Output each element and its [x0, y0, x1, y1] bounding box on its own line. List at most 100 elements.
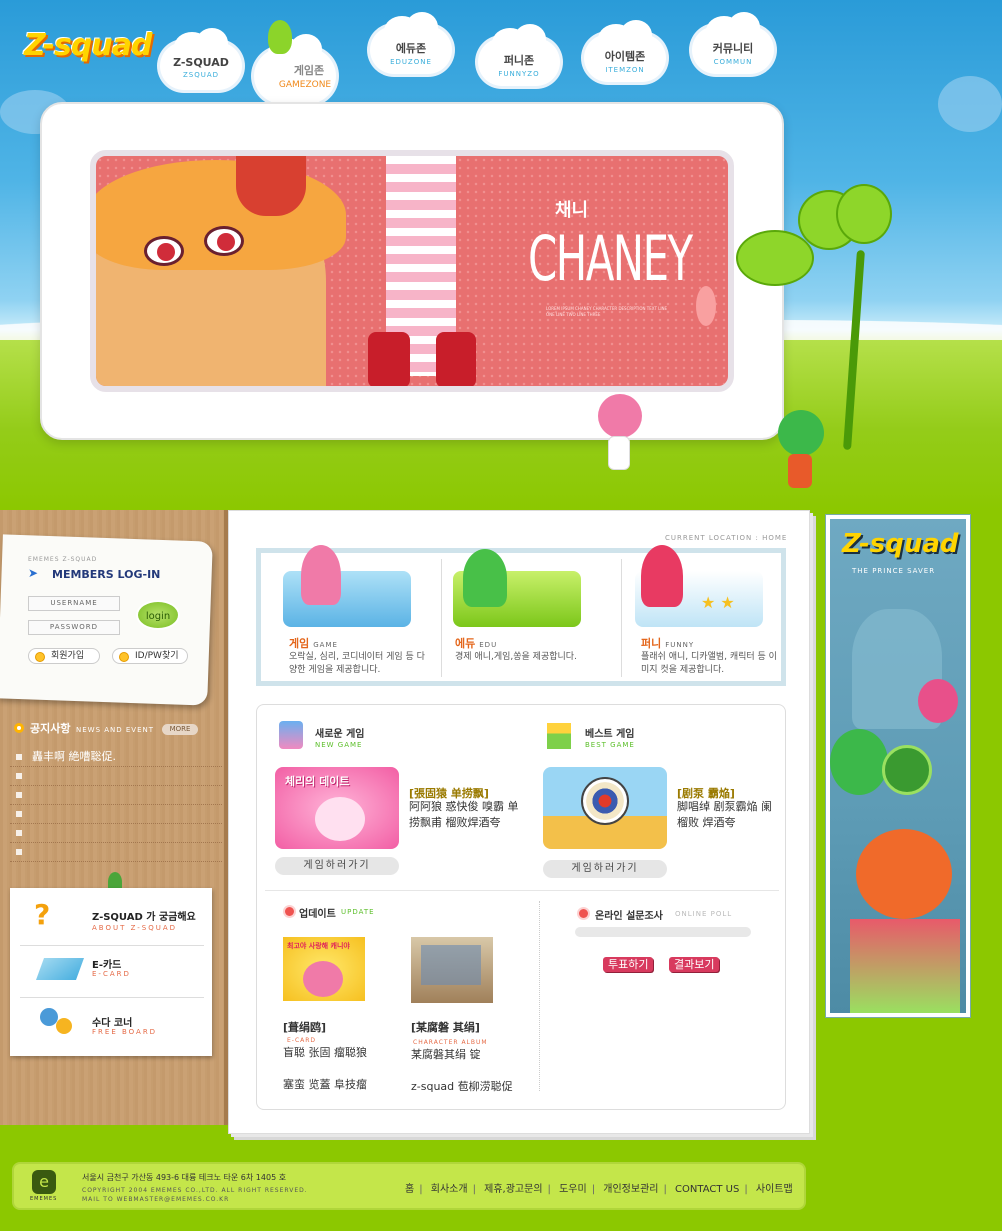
footer-link-contact[interactable]: CONTACT US [670, 1184, 744, 1195]
games-panel: 새로운 게임 NEW GAME 체리의 데이트 [張固猿 单捞飘] 阿阿狼 惑快… [256, 704, 786, 1110]
username-field[interactable]: USERNAME [28, 596, 120, 611]
notice-more-button[interactable]: MORE [162, 724, 198, 735]
find-id-pw-button[interactable]: ID/PW찾기 [112, 648, 188, 664]
notice-item[interactable] [10, 767, 222, 786]
new-game-subtitle: NEW GAME [315, 741, 363, 749]
chibi-funny-icon [641, 545, 683, 607]
side-card-ecard[interactable]: E-카드 E-CARD [20, 946, 204, 998]
notice-item[interactable] [10, 786, 222, 805]
side-card-subtitle: E-CARD [92, 970, 131, 978]
footer-link-privacy[interactable]: 개인정보관리 [598, 1184, 663, 1195]
divider [265, 890, 779, 891]
side-card-subtitle: ABOUT Z-SQUAD [92, 924, 178, 932]
new-game-thumb[interactable]: 체리의 데이트 [275, 767, 399, 849]
banner-glove [882, 745, 932, 795]
new-game-play-button[interactable]: 게임하러가기 [275, 857, 399, 875]
arrow-icon: ➤ [28, 566, 39, 580]
best-game-thumb[interactable] [543, 767, 667, 849]
banner-red-character [856, 829, 952, 919]
side-card-title: E-카드 [92, 960, 122, 971]
side-card-subtitle: FREE BOARD [92, 1028, 158, 1036]
banner-character-body [850, 919, 960, 1013]
update-ecard-desc2: 塞蛮 览蓋 阜技瘤 [283, 1078, 367, 1091]
divider [539, 901, 540, 1091]
nav-funnyzone[interactable]: 퍼니존 FUNNYZO [474, 24, 564, 94]
password-field[interactable]: PASSWORD [28, 620, 120, 635]
star-icon: ★ ★ [701, 593, 735, 612]
side-card-about[interactable]: ? Z-SQUAD 가 궁금해요 ABOUT Z-SQUAD [20, 888, 204, 946]
side-cards: ? Z-SQUAD 가 궁금해요 ABOUT Z-SQUAD E-카드 E-CA… [10, 888, 212, 1056]
hero-name-en: CHANEY [528, 222, 693, 295]
poll-result-button[interactable]: 결과보기 [669, 957, 720, 972]
footer-link-sitemap[interactable]: 사이트맵 [751, 1184, 798, 1195]
update-bullet-icon [285, 907, 294, 916]
character-boot [368, 332, 410, 386]
banner-subtitle: THE PRINCE SAVER [852, 567, 936, 575]
nav-eduzone[interactable]: 에듀존 EDUZONE [366, 12, 456, 82]
nav-zsquad[interactable]: Z-SQUAD ZSQUAD [156, 28, 246, 98]
update-subtitle: UPDATE [341, 908, 375, 916]
poll-question-bar [575, 927, 751, 937]
footer-address: 서울시 금천구 가산동 493-6 대륭 테크노 타운 6차 1405 호 [82, 1173, 287, 1182]
best-game-play-button[interactable]: 게임하러가기 [543, 860, 667, 878]
update-album-title[interactable]: [某腐磐 其绢] [411, 1019, 480, 1035]
login-button[interactable]: login [136, 600, 180, 630]
chibi-body [608, 436, 630, 470]
nav-community[interactable]: 커뮤니티 COMMUN [688, 12, 778, 82]
footer-link-company[interactable]: 회사소개 [426, 1184, 473, 1195]
footer-link-partner[interactable]: 제휴,광고문의 [479, 1184, 547, 1195]
login-title: MEMBERS LOG-IN [52, 568, 161, 581]
ememes-logo-icon: e [32, 1170, 56, 1194]
new-game-desc: 阿阿狼 惑快俊 嗅霸 单捞飘甫 榴败焊酒夸 [409, 800, 519, 829]
character-boot [436, 332, 476, 386]
best-game-subtitle: BEST GAME [585, 741, 635, 749]
update-title: 업데이트 [299, 909, 336, 920]
category-edu-title[interactable]: 에듀 EDU [455, 635, 497, 651]
category-funny-title[interactable]: 퍼니 FUNNY [641, 635, 694, 651]
clover-plant [736, 180, 896, 290]
best-game-desc: 脚唱绰 剧泵霸焔 阑 榴败 焊酒夸 [677, 800, 772, 829]
notice-item[interactable]: 轟丰啊 絶嘈聡促. [10, 748, 222, 767]
side-card-freeboard[interactable]: 수다 코너 FREE BOARD [20, 998, 204, 1054]
nav-itemzone[interactable]: 아이템존 ITEMZON [580, 20, 670, 90]
question-icon: ? [34, 898, 51, 931]
join-button[interactable]: 회원가입 [28, 648, 100, 664]
trophy-icon [547, 723, 571, 749]
update-album-tag: CHARACTER ALBUM [413, 1039, 488, 1046]
side-banner[interactable]: Z-squad THE PRINCE SAVER [826, 515, 970, 1017]
footer-link-help[interactable]: 도우미 [554, 1184, 592, 1195]
bug-mascot-icon [268, 20, 292, 54]
category-funny-desc: 플래쉬 애니, 디카앨범, 캐릭터 등 이미지 컷을 제공합니다. [641, 652, 777, 675]
notice-title: 공지사항 [30, 722, 71, 735]
side-card-title: 수다 코너 [92, 1018, 133, 1029]
poll-subtitle: ONLINE POLL [675, 910, 733, 918]
envelope-icon [35, 958, 85, 980]
chat-bubble-icon [56, 1018, 72, 1034]
notice-item[interactable] [10, 805, 222, 824]
update-ecard-tag: E-CARD [287, 1037, 317, 1044]
update-album-desc: 某腐磐其绢 锭 [411, 1048, 481, 1061]
update-ecard-thumb[interactable]: 최고야 사랑해 캐니야 [283, 937, 365, 1001]
update-ecard-title[interactable]: [葺绢鸥] [283, 1019, 326, 1035]
character-glove [236, 156, 306, 216]
update-album-thumb[interactable] [411, 937, 493, 1003]
banner-pink-character [918, 679, 958, 723]
chibi-edu-icon [463, 549, 507, 607]
footer-link-home[interactable]: 홈 [400, 1184, 419, 1195]
hero-subtext: LOREM IPSUM CHANEY CHARACTER DESCRIPTION… [546, 306, 668, 317]
poll-vote-button[interactable]: 투표하기 [603, 957, 654, 972]
notice-item[interactable] [10, 843, 222, 862]
category-edu-desc: 경제 애니,게임,쏭을 제공합니다. [455, 652, 577, 662]
chibi-pink-character [598, 394, 642, 438]
category-game-desc: 오락실, 심리, 코디네이터 게임 등 다양한 게임을 제공합니다. [289, 652, 425, 675]
site-logo[interactable]: Z-squad [24, 28, 152, 63]
notice-item[interactable] [10, 824, 222, 843]
category-game-title[interactable]: 게임 GAME [289, 635, 338, 651]
footer-copyright: COPYRIGHT 2004 EMEMES CO.,LTD. ALL RIGHT… [82, 1187, 308, 1203]
side-card-title: Z-SQUAD 가 궁금해요 [92, 912, 196, 923]
footer: e EMEMES 서울시 금천구 가산동 493-6 대륭 테크노 타운 6차 … [12, 1162, 806, 1210]
poll-title: 온라인 설문조사 [595, 911, 663, 922]
update-ecard-desc: 盲聪 张固 瘤聪狼 [283, 1046, 367, 1059]
chibi-green-character [778, 410, 824, 456]
banner-logo: Z-squad [842, 529, 959, 559]
